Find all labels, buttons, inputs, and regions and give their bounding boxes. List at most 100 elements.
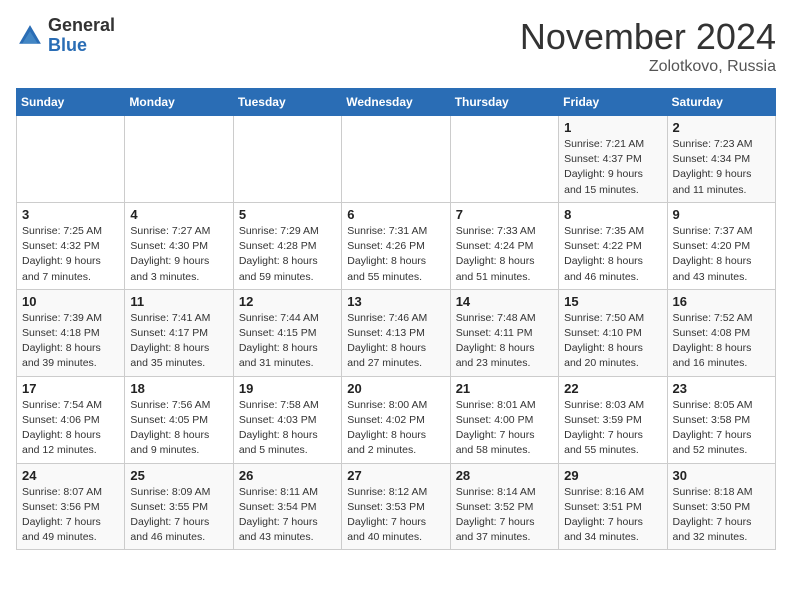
day-info: Sunrise: 7:23 AMSunset: 4:34 PMDaylight:…: [673, 137, 770, 198]
day-number: 5: [239, 207, 336, 222]
calendar-cell: 10 Sunrise: 7:39 AMSunset: 4:18 PMDaylig…: [17, 289, 125, 376]
calendar-cell: 21 Sunrise: 8:01 AMSunset: 4:00 PMDaylig…: [450, 376, 558, 463]
day-number: 17: [22, 381, 119, 396]
calendar-week-5: 24 Sunrise: 8:07 AMSunset: 3:56 PMDaylig…: [17, 463, 776, 550]
day-header-wednesday: Wednesday: [342, 89, 450, 116]
calendar-cell: 4 Sunrise: 7:27 AMSunset: 4:30 PMDayligh…: [125, 202, 233, 289]
calendar-cell: 27 Sunrise: 8:12 AMSunset: 3:53 PMDaylig…: [342, 463, 450, 550]
day-number: 12: [239, 294, 336, 309]
day-info: Sunrise: 8:18 AMSunset: 3:50 PMDaylight:…: [673, 485, 770, 546]
calendar-cell: 11 Sunrise: 7:41 AMSunset: 4:17 PMDaylig…: [125, 289, 233, 376]
day-info: Sunrise: 7:46 AMSunset: 4:13 PMDaylight:…: [347, 311, 444, 372]
day-info: Sunrise: 8:11 AMSunset: 3:54 PMDaylight:…: [239, 485, 336, 546]
day-info: Sunrise: 8:07 AMSunset: 3:56 PMDaylight:…: [22, 485, 119, 546]
calendar-cell: [450, 116, 558, 203]
calendar-cell: 12 Sunrise: 7:44 AMSunset: 4:15 PMDaylig…: [233, 289, 341, 376]
day-number: 18: [130, 381, 227, 396]
day-info: Sunrise: 7:29 AMSunset: 4:28 PMDaylight:…: [239, 224, 336, 285]
day-number: 15: [564, 294, 661, 309]
day-info: Sunrise: 7:52 AMSunset: 4:08 PMDaylight:…: [673, 311, 770, 372]
calendar-cell: 8 Sunrise: 7:35 AMSunset: 4:22 PMDayligh…: [559, 202, 667, 289]
calendar-table: SundayMondayTuesdayWednesdayThursdayFrid…: [16, 88, 776, 550]
day-info: Sunrise: 8:12 AMSunset: 3:53 PMDaylight:…: [347, 485, 444, 546]
day-info: Sunrise: 8:09 AMSunset: 3:55 PMDaylight:…: [130, 485, 227, 546]
day-number: 9: [673, 207, 770, 222]
calendar-cell: 9 Sunrise: 7:37 AMSunset: 4:20 PMDayligh…: [667, 202, 775, 289]
calendar-cell: 5 Sunrise: 7:29 AMSunset: 4:28 PMDayligh…: [233, 202, 341, 289]
day-header-friday: Friday: [559, 89, 667, 116]
day-info: Sunrise: 8:05 AMSunset: 3:58 PMDaylight:…: [673, 398, 770, 459]
page-header: General Blue November 2024 Zolotkovo, Ru…: [16, 16, 776, 76]
day-number: 29: [564, 468, 661, 483]
day-info: Sunrise: 8:01 AMSunset: 4:00 PMDaylight:…: [456, 398, 553, 459]
calendar-cell: 7 Sunrise: 7:33 AMSunset: 4:24 PMDayligh…: [450, 202, 558, 289]
calendar-cell: 26 Sunrise: 8:11 AMSunset: 3:54 PMDaylig…: [233, 463, 341, 550]
day-info: Sunrise: 7:27 AMSunset: 4:30 PMDaylight:…: [130, 224, 227, 285]
day-number: 8: [564, 207, 661, 222]
day-number: 4: [130, 207, 227, 222]
day-number: 21: [456, 381, 553, 396]
day-number: 19: [239, 381, 336, 396]
day-number: 27: [347, 468, 444, 483]
day-info: Sunrise: 7:41 AMSunset: 4:17 PMDaylight:…: [130, 311, 227, 372]
calendar-week-4: 17 Sunrise: 7:54 AMSunset: 4:06 PMDaylig…: [17, 376, 776, 463]
day-number: 24: [22, 468, 119, 483]
day-info: Sunrise: 7:50 AMSunset: 4:10 PMDaylight:…: [564, 311, 661, 372]
calendar-cell: 1 Sunrise: 7:21 AMSunset: 4:37 PMDayligh…: [559, 116, 667, 203]
calendar-cell: 13 Sunrise: 7:46 AMSunset: 4:13 PMDaylig…: [342, 289, 450, 376]
calendar-cell: 3 Sunrise: 7:25 AMSunset: 4:32 PMDayligh…: [17, 202, 125, 289]
calendar-header-row: SundayMondayTuesdayWednesdayThursdayFrid…: [17, 89, 776, 116]
calendar-cell: 17 Sunrise: 7:54 AMSunset: 4:06 PMDaylig…: [17, 376, 125, 463]
day-info: Sunrise: 8:14 AMSunset: 3:52 PMDaylight:…: [456, 485, 553, 546]
day-number: 25: [130, 468, 227, 483]
calendar-cell: 22 Sunrise: 8:03 AMSunset: 3:59 PMDaylig…: [559, 376, 667, 463]
calendar-cell: 6 Sunrise: 7:31 AMSunset: 4:26 PMDayligh…: [342, 202, 450, 289]
day-number: 23: [673, 381, 770, 396]
day-header-saturday: Saturday: [667, 89, 775, 116]
day-info: Sunrise: 7:48 AMSunset: 4:11 PMDaylight:…: [456, 311, 553, 372]
calendar-cell: 16 Sunrise: 7:52 AMSunset: 4:08 PMDaylig…: [667, 289, 775, 376]
logo-general: General: [48, 16, 115, 36]
calendar-cell: [233, 116, 341, 203]
day-info: Sunrise: 7:56 AMSunset: 4:05 PMDaylight:…: [130, 398, 227, 459]
day-number: 11: [130, 294, 227, 309]
day-number: 10: [22, 294, 119, 309]
day-number: 14: [456, 294, 553, 309]
logo: General Blue: [16, 16, 115, 56]
day-number: 28: [456, 468, 553, 483]
day-number: 13: [347, 294, 444, 309]
day-number: 3: [22, 207, 119, 222]
day-number: 16: [673, 294, 770, 309]
calendar-week-2: 3 Sunrise: 7:25 AMSunset: 4:32 PMDayligh…: [17, 202, 776, 289]
calendar-cell: 30 Sunrise: 8:18 AMSunset: 3:50 PMDaylig…: [667, 463, 775, 550]
calendar-cell: 20 Sunrise: 8:00 AMSunset: 4:02 PMDaylig…: [342, 376, 450, 463]
calendar-week-3: 10 Sunrise: 7:39 AMSunset: 4:18 PMDaylig…: [17, 289, 776, 376]
calendar-week-1: 1 Sunrise: 7:21 AMSunset: 4:37 PMDayligh…: [17, 116, 776, 203]
day-info: Sunrise: 7:58 AMSunset: 4:03 PMDaylight:…: [239, 398, 336, 459]
calendar-cell: 15 Sunrise: 7:50 AMSunset: 4:10 PMDaylig…: [559, 289, 667, 376]
calendar-cell: 14 Sunrise: 7:48 AMSunset: 4:11 PMDaylig…: [450, 289, 558, 376]
day-info: Sunrise: 7:44 AMSunset: 4:15 PMDaylight:…: [239, 311, 336, 372]
calendar-cell: 28 Sunrise: 8:14 AMSunset: 3:52 PMDaylig…: [450, 463, 558, 550]
calendar-cell: 24 Sunrise: 8:07 AMSunset: 3:56 PMDaylig…: [17, 463, 125, 550]
calendar-cell: 23 Sunrise: 8:05 AMSunset: 3:58 PMDaylig…: [667, 376, 775, 463]
calendar-cell: 19 Sunrise: 7:58 AMSunset: 4:03 PMDaylig…: [233, 376, 341, 463]
day-number: 6: [347, 207, 444, 222]
day-number: 7: [456, 207, 553, 222]
calendar-cell: [342, 116, 450, 203]
day-number: 30: [673, 468, 770, 483]
calendar-cell: 29 Sunrise: 8:16 AMSunset: 3:51 PMDaylig…: [559, 463, 667, 550]
day-number: 20: [347, 381, 444, 396]
calendar-cell: 25 Sunrise: 8:09 AMSunset: 3:55 PMDaylig…: [125, 463, 233, 550]
location: Zolotkovo, Russia: [520, 58, 776, 76]
calendar-cell: 2 Sunrise: 7:23 AMSunset: 4:34 PMDayligh…: [667, 116, 775, 203]
calendar-cell: [17, 116, 125, 203]
logo-blue: Blue: [48, 36, 115, 56]
day-header-thursday: Thursday: [450, 89, 558, 116]
day-info: Sunrise: 7:33 AMSunset: 4:24 PMDaylight:…: [456, 224, 553, 285]
day-info: Sunrise: 7:54 AMSunset: 4:06 PMDaylight:…: [22, 398, 119, 459]
day-header-monday: Monday: [125, 89, 233, 116]
month-title: November 2024: [520, 16, 776, 58]
day-info: Sunrise: 7:35 AMSunset: 4:22 PMDaylight:…: [564, 224, 661, 285]
day-info: Sunrise: 7:37 AMSunset: 4:20 PMDaylight:…: [673, 224, 770, 285]
